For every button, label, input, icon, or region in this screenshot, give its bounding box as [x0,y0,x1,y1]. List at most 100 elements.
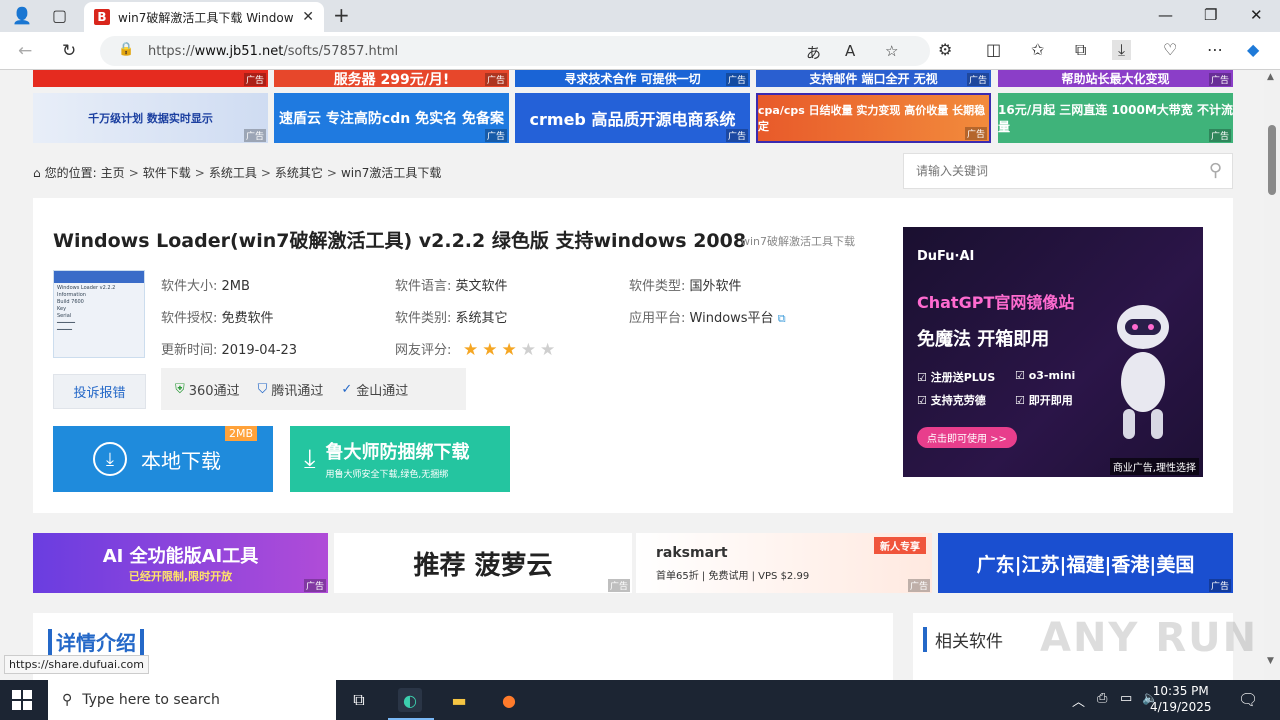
master-download-button[interactable]: ⤓ 鲁大师防捆绑下载 用鲁大师安全下载,绿色,无捆绑 [290,426,510,492]
ad-top-3[interactable]: cpa/cps 日结收量 实力变现 高价收量 长期稳定 广告 [756,93,991,143]
clock[interactable]: 10:35 PM 4/19/2025 [1150,683,1212,715]
ad-top-1[interactable]: 速盾云 专注高防cdn 免实名 免备案 广告 [274,93,509,143]
ad-bottom-0[interactable]: AI 全功能版AI工具 已经开限制,限时开放 广告 [33,533,328,593]
split-screen-icon[interactable]: ◫ [986,40,1001,59]
refresh-icon[interactable]: ↻ [62,41,76,61]
ad-strip-4[interactable]: 帮助站长最大化变现 广告 [998,70,1233,87]
url-field[interactable]: 🔒 https://www.jb51.net/softs/57857.html … [100,36,930,66]
star-icon: ★ [463,340,479,360]
close-window-icon[interactable]: ✕ [1250,6,1263,24]
close-tab-icon[interactable]: ✕ [302,9,314,25]
ad-text: crmeb 高品质开源电商系统 [529,110,736,129]
star-icon: ★ [540,340,556,360]
site-favicon-icon: B [94,9,110,25]
taskbar-search[interactable]: ⚲ Type here to search [48,680,336,720]
breadcrumb-link-current[interactable]: win7激活工具下载 [341,164,441,181]
info-size: 软件大小: 2MB [161,279,250,294]
ad-top-0[interactable]: 千万级计划 数据实时显示 广告 [33,93,268,143]
copilot-icon[interactable]: ◆ [1247,40,1259,59]
more-menu-icon[interactable]: ⋯ [1207,40,1223,59]
translate-icon[interactable]: あ [806,42,821,63]
site-search: ⚲ [903,153,1233,189]
ad-strip-1[interactable]: 服务器 299元/月! 广告 [274,70,509,87]
breadcrumb-prefix: 您的位置: [44,166,97,180]
downloads-icon[interactable]: ⤓ [1112,40,1132,60]
file-explorer-icon[interactable]: ▬ [447,688,471,712]
breadcrumb-link-home[interactable]: 主页 [101,164,125,181]
ad-sub: 已经开限制,限时开放 [128,570,233,583]
software-card: Windows Loader(win7破解激活工具) v2.2.2 绿色版 支持… [33,198,1233,513]
browser-tab[interactable]: B win7破解激活工具下载 Windows ✕ [84,2,324,32]
breadcrumb-link-software[interactable]: 软件下载 [143,164,191,181]
restore-icon[interactable]: ❐ [1204,6,1217,24]
ad-strip-2[interactable]: 寻求技术合作 可提供一切 广告 [515,70,750,87]
download-size-badge: 2MB [224,426,257,441]
download-tray-icon: ⤓ [304,443,316,474]
extensions-icon[interactable]: ⚙ [938,40,952,59]
ad-bottom-1[interactable]: 推荐 菠萝云 广告 [334,533,632,593]
ad-text: 广东|江苏|福建|香港|美国 [976,553,1195,576]
ad-strip-3[interactable]: 支持邮件 端口全开 无视 广告 [756,70,991,87]
clock-date: 4/19/2025 [1150,700,1212,714]
ad-top-4[interactable]: 16元/月起 三网直连 1000M大带宽 不计流量 广告 [998,93,1233,143]
page-subtitle[interactable]: win7破解激活工具下载 [741,233,855,249]
favorites-icon[interactable]: ✩ [1031,40,1044,59]
tray-chevron-icon[interactable]: ︿ [1072,691,1085,710]
back-icon[interactable]: ← [18,41,32,61]
scroll-down-icon[interactable]: ▼ [1267,656,1274,666]
ad-text: 16元/月起 三网直连 1000M大带宽 不计流量 [998,103,1233,134]
ad-strip-text: 支持邮件 端口全开 无视 [809,72,938,86]
side-ad-feature: ☑ 即开即用 [1015,394,1073,407]
notification-icon[interactable]: 🗨 [1238,690,1258,709]
tray-device-icon[interactable]: ⎙ [1097,691,1107,706]
side-ad-headline: ChatGPT官网镜像站 [917,293,1075,312]
windows-start-icon[interactable] [12,690,32,710]
favorite-star-icon[interactable]: ☆ [885,42,898,60]
ad-text: 速盾云 专注高防cdn 免实名 免备案 [279,111,504,127]
ad-strip-text: 寻求技术合作 可提供一切 [564,72,701,86]
task-view-icon[interactable]: ⧉ [347,688,371,712]
network-icon[interactable]: ▭ [1120,691,1132,706]
star-icon: ★ [482,340,498,360]
search-icon[interactable]: ⚲ [1209,160,1222,181]
firefox-icon[interactable]: ● [497,688,521,712]
status-url: https://share.dufuai.com [4,655,150,674]
browser-essentials-icon[interactable]: ♡ [1163,40,1177,59]
search-input[interactable] [916,164,1196,178]
info-date: 更新时间: 2019-04-23 [161,343,298,358]
side-ad-button[interactable]: 点击即可使用 >> [917,427,1017,448]
side-ad[interactable]: DuFu·AI ChatGPT官网镜像站 免魔法 开箱即用 ☑ 注册送PLUS … [903,227,1203,477]
star-icon: ★ [520,340,536,360]
minimize-icon[interactable]: — [1158,6,1173,24]
ad-strip-0[interactable]: 广告 [33,70,268,87]
ad-text: AI 全功能版AI工具 [102,546,259,567]
tab-actions-icon[interactable]: ▢ [52,6,67,25]
profile-icon[interactable]: 👤 [12,6,32,25]
ad-sub: 首单65折 | 免费试用 | VPS $2.99 [656,570,810,582]
shield-check-icon: ⛨ [175,381,185,397]
url-host: www.jb51.net [194,43,284,59]
report-error-button[interactable]: 投诉报错 [53,374,146,409]
external-link-icon[interactable]: ⧉ [778,312,786,325]
collections-icon[interactable]: ⧉ [1075,40,1086,60]
ad-strip-text: 帮助站长最大化变现 [1061,72,1170,86]
read-aloud-icon[interactable]: A [845,42,855,60]
local-download-button[interactable]: 2MB ⤓ 本地下载 [53,426,273,492]
intro-title: 详情介绍 [56,631,136,655]
new-tab-icon[interactable]: + [333,3,350,27]
url-prefix: https:// [148,43,195,59]
ad-top-2[interactable]: crmeb 高品质开源电商系统 广告 [515,93,750,143]
scroll-thumb[interactable] [1268,125,1276,195]
edge-icon[interactable]: ◐ [398,688,422,712]
page-scrollbar[interactable]: ▲ ▼ [1264,70,1280,680]
breadcrumb-link-system-other[interactable]: 系统其它 [275,164,323,181]
ad-bottom-3[interactable]: 广东|江苏|福建|香港|美国 广告 [938,533,1233,593]
software-screenshot[interactable]: Windows Loader v2.2.2 Information Build 76… [53,270,145,358]
scroll-up-icon[interactable]: ▲ [1267,72,1274,82]
url-path: /softs/57857.html [283,43,399,59]
breadcrumb-link-system-tools[interactable]: 系统工具 [209,164,257,181]
lock-icon[interactable]: 🔒 [118,42,134,57]
ad-bottom-2[interactable]: raksmart 首单65折 | 免费试用 | VPS $2.99 新人专享 广告 [636,533,932,593]
info-platform: 应用平台: Windows平台 ⧉ [629,311,786,326]
download-icon: ⤓ [93,442,127,476]
